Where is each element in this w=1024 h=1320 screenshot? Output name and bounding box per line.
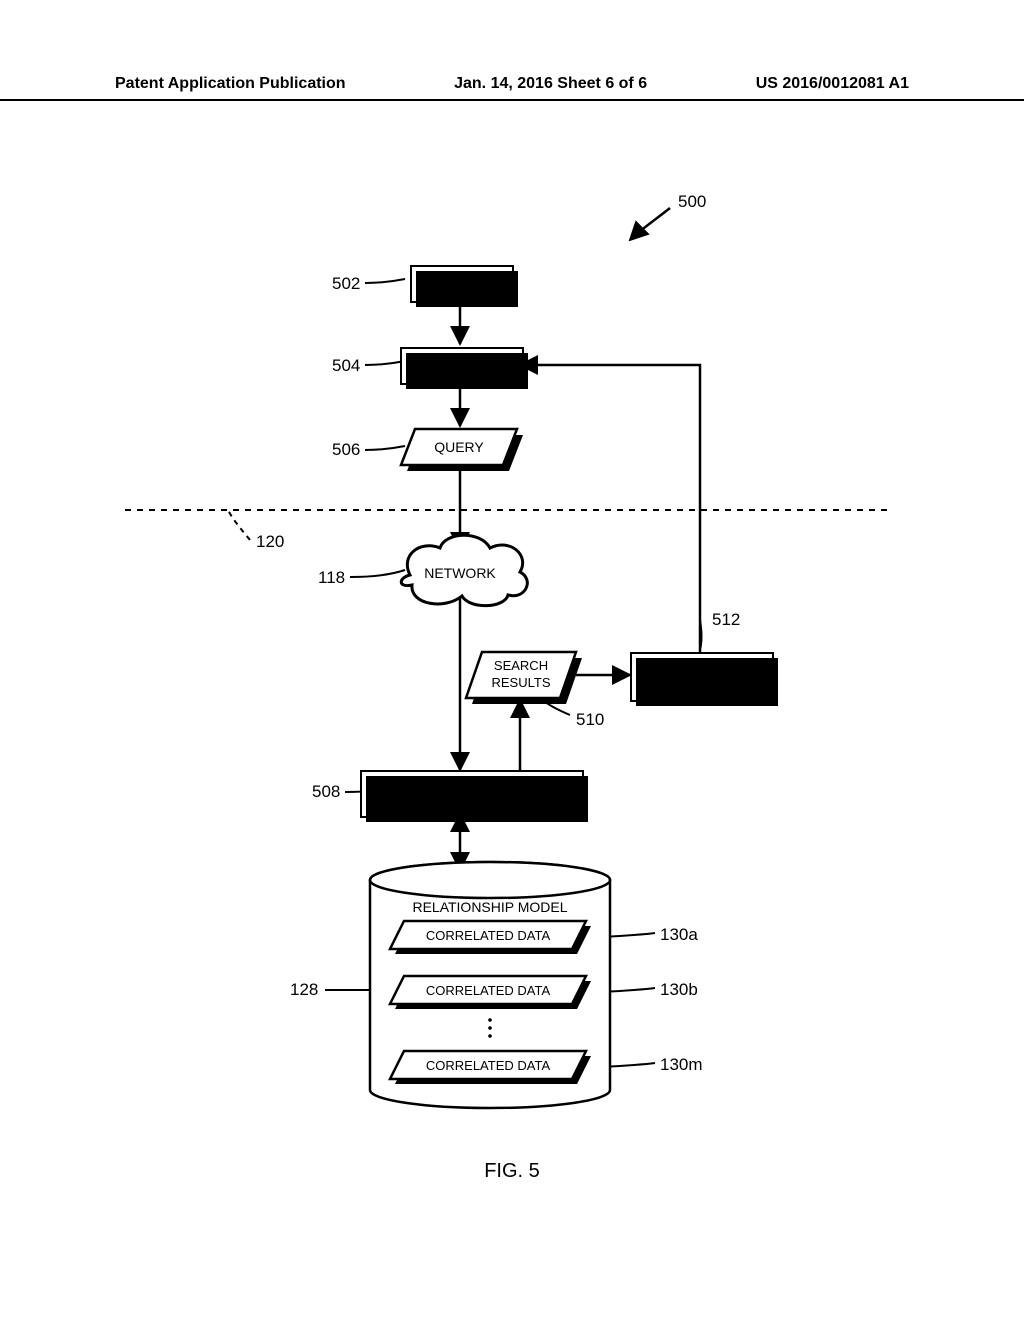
svg-text:SEARCH: SEARCH [494, 658, 548, 673]
ref-130b: 130b [660, 980, 698, 1000]
ref-130a: 130a [660, 925, 698, 945]
ref-504: 504 [332, 356, 360, 376]
svg-text:NETWORK: NETWORK [424, 565, 496, 581]
svg-text:QUERY: QUERY [434, 439, 484, 455]
interface-box: INTERFACE [400, 347, 524, 385]
svg-text:CORRELATED DATA: CORRELATED DATA [426, 1058, 551, 1073]
ref-128: 128 [290, 980, 318, 1000]
ref-508: 508 [312, 782, 340, 802]
ref-502: 502 [332, 274, 360, 294]
diagram-svg: NETWORK QUERY SEARCH RESULTS RELATIONSHI… [0, 170, 1024, 1170]
ref-130m: 130m [660, 1055, 703, 1075]
ref-510: 510 [576, 710, 604, 730]
ref-500: 500 [678, 192, 706, 212]
header-left: Patent Application Publication [115, 75, 346, 93]
ref-506: 506 [332, 440, 360, 460]
header-center: Jan. 14, 2016 Sheet 6 of 6 [454, 75, 647, 93]
figure-caption: FIG. 5 [0, 1160, 1024, 1183]
ref-512: 512 [712, 610, 740, 630]
diagram-area: NETWORK QUERY SEARCH RESULTS RELATIONSHI… [0, 170, 1024, 1170]
user-box: USER [410, 265, 514, 303]
svg-text:RESULTS: RESULTS [492, 675, 551, 690]
relationship-model-search-module-box: RELATIONSHIP MODEL SEARCH MODULE [360, 770, 584, 818]
svg-text:CORRELATED DATA: CORRELATED DATA [426, 983, 551, 998]
conclusion-engine-box: CONCLUSION ENGINE [630, 652, 774, 702]
svg-text:RELATIONSHIP MODEL: RELATIONSHIP MODEL [412, 899, 567, 915]
page-header: Patent Application Publication Jan. 14, … [0, 75, 1024, 101]
ref-118: 118 [318, 568, 345, 588]
header-right: US 2016/0012081 A1 [756, 75, 909, 93]
svg-text:CORRELATED DATA: CORRELATED DATA [426, 928, 551, 943]
ref-120: 120 [256, 532, 284, 552]
